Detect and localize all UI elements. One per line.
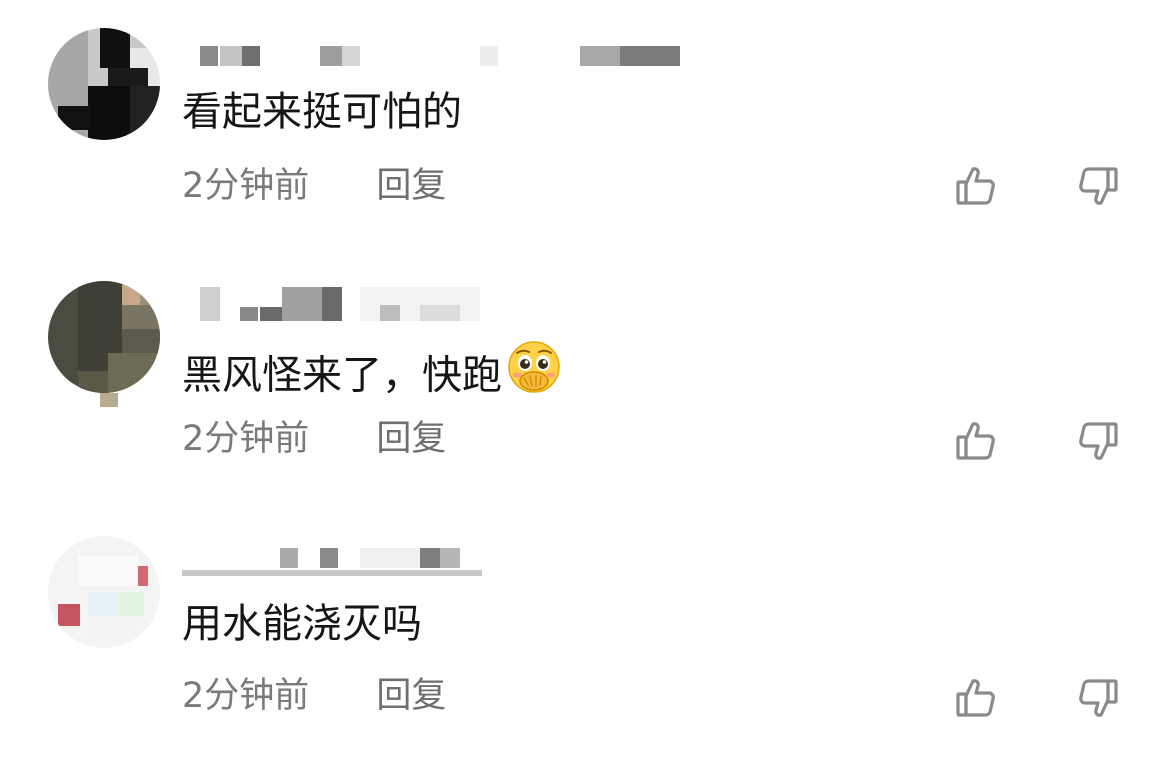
thumbs-up-icon[interactable]: [954, 419, 998, 463]
avatar-blur-fragment: [100, 393, 118, 407]
comment-item: 看起来挺可怕的 2分钟前 回复: [0, 0, 1170, 250]
avatar[interactable]: [48, 28, 160, 140]
thumbs-up-icon[interactable]: [954, 164, 998, 208]
comment-text: 看起来挺可怕的: [182, 89, 462, 135]
thumbs-down-icon[interactable]: [1076, 676, 1120, 720]
thumbs-down-icon[interactable]: [1076, 164, 1120, 208]
reply-button[interactable]: 回复: [376, 674, 446, 718]
timestamp: 2分钟前: [182, 166, 310, 206]
pleading-face-emoji: [506, 339, 562, 408]
comment-text-content: 黑风怪来了，快跑: [182, 352, 502, 399]
thumbs-up-icon[interactable]: [954, 676, 998, 720]
username-blurred[interactable]: [182, 46, 702, 78]
username-blurred[interactable]: [182, 548, 702, 580]
comment-item: 黑风怪来了，快跑 2分钟前 回复: [0, 255, 1170, 505]
comment-meta: 2分钟前 回复: [182, 674, 446, 718]
thumbs-down-icon[interactable]: [1076, 419, 1120, 463]
avatar[interactable]: [48, 281, 160, 393]
comment-item: 用水能浇灭吗 2分钟前 回复: [0, 510, 1170, 760]
reply-button[interactable]: 回复: [376, 164, 446, 208]
comment-text: 用水能浇灭吗: [182, 601, 422, 647]
timestamp: 2分钟前: [182, 676, 310, 716]
comment-meta: 2分钟前 回复: [182, 417, 446, 461]
comment-meta: 2分钟前 回复: [182, 164, 446, 208]
username-blurred[interactable]: [182, 287, 702, 321]
avatar[interactable]: [48, 536, 160, 648]
timestamp: 2分钟前: [182, 419, 310, 459]
reply-button[interactable]: 回复: [376, 417, 446, 461]
comment-text: 黑风怪来了，快跑: [182, 341, 562, 412]
